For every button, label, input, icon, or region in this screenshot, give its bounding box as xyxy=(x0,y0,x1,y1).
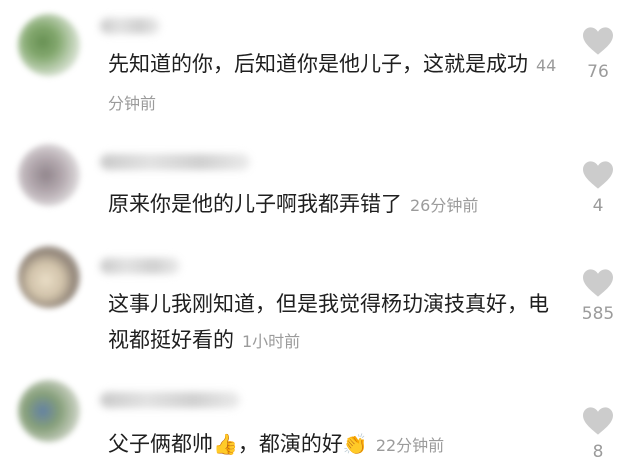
comment-time: 1小时前 xyxy=(242,332,301,351)
comment-item: 这事儿我刚知道，但是我觉得杨玏演技真好，电视都挺好看的 1小时前 585 xyxy=(0,240,640,370)
avatar[interactable] xyxy=(18,14,80,76)
avatar[interactable] xyxy=(18,380,80,442)
heart-icon xyxy=(583,269,613,297)
comment-text: 这事儿我刚知道，但是我觉得杨玏演技真好，电视都挺好看的 xyxy=(108,292,549,352)
comment-text: 原来你是他的儿子啊我都弄错了 xyxy=(108,192,402,216)
comment-text: ，都演的好 xyxy=(237,432,343,456)
username-blurred[interactable] xyxy=(100,392,240,408)
comment-body: 先知道的你，后知道你是他儿子，这就是成功 44分钟前 xyxy=(108,46,560,122)
like-button[interactable]: 8 xyxy=(576,406,620,462)
comment-time: 22分钟前 xyxy=(375,436,445,455)
thumbs-up-icon: 👍 xyxy=(213,432,238,456)
like-count: 8 xyxy=(592,442,604,462)
like-count: 585 xyxy=(581,304,615,324)
like-button[interactable]: 585 xyxy=(576,268,620,324)
comment-text: 先知道的你，后知道你是他儿子，这就是成功 xyxy=(108,52,528,76)
comment-item: 原来你是他的儿子啊我都弄错了 26分钟前 4 xyxy=(0,130,640,240)
username-blurred[interactable] xyxy=(100,154,250,170)
like-button[interactable]: 4 xyxy=(576,160,620,216)
like-button[interactable]: 76 xyxy=(576,26,620,82)
comment-item: 先知道的你，后知道你是他儿子，这就是成功 44分钟前 76 xyxy=(0,0,640,115)
clapping-hands-icon: 👏 xyxy=(342,432,368,456)
username-blurred[interactable] xyxy=(100,18,160,34)
comment-text: 父子俩都帅 xyxy=(108,432,213,456)
comment-body: 原来你是他的儿子啊我都弄错了 26分钟前 xyxy=(108,186,560,224)
like-count: 4 xyxy=(592,196,604,216)
heart-icon xyxy=(583,161,613,189)
comment-body: 这事儿我刚知道，但是我觉得杨玏演技真好，电视都挺好看的 1小时前 xyxy=(108,286,560,360)
username-blurred[interactable] xyxy=(100,258,180,274)
comment-item: 父子俩都帅👍，都演的好👏 22分钟前 8 xyxy=(0,372,640,475)
avatar[interactable] xyxy=(18,246,80,308)
heart-icon xyxy=(583,27,613,55)
like-count: 76 xyxy=(587,62,609,82)
comment-time: 26分钟前 xyxy=(410,196,479,215)
comment-body: 父子俩都帅👍，都演的好👏 22分钟前 xyxy=(108,426,560,464)
heart-icon xyxy=(583,407,613,435)
avatar[interactable] xyxy=(18,144,80,206)
comment-feed: 先知道的你，后知道你是他儿子，这就是成功 44分钟前 76 原来你是他的儿子啊我都… xyxy=(0,0,640,475)
